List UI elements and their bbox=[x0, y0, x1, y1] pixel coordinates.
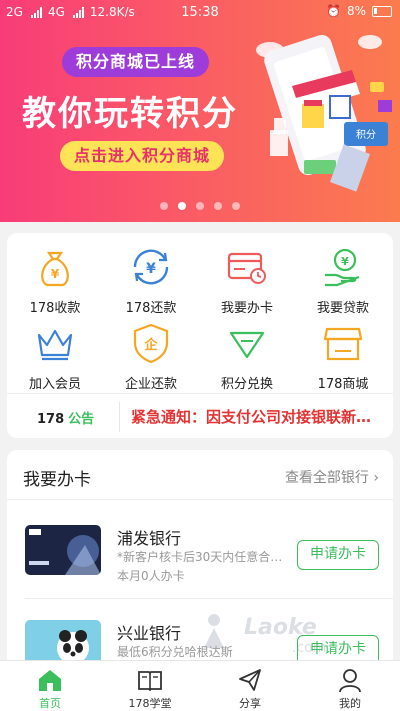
home-icon bbox=[39, 670, 61, 691]
carousel-dot[interactable] bbox=[232, 202, 240, 210]
grid-item-mall[interactable]: 178商城 bbox=[295, 321, 391, 392]
bank-item[interactable]: 浦发银行 *新客户核卡后30天内任意合… 本月0人办卡 申请办卡 bbox=[7, 525, 393, 603]
carousel-dot[interactable] bbox=[214, 202, 222, 210]
bank-name: 兴业银行 bbox=[117, 624, 182, 643]
battery-icon bbox=[372, 5, 392, 17]
grid-item-enterprise-repay[interactable]: 企 企业还款 bbox=[103, 321, 199, 392]
shop-icon bbox=[323, 327, 363, 361]
grid-item-apply-card[interactable]: 我要办卡 bbox=[199, 245, 295, 316]
user-icon bbox=[339, 669, 361, 693]
bank-count: 本月0人办卡 bbox=[117, 569, 185, 583]
grid-item-membership[interactable]: 加入会员 bbox=[7, 321, 103, 392]
banner-headline: 教你玩转积分 bbox=[22, 94, 238, 134]
section-header: 我要办卡 查看全部银行 › bbox=[7, 450, 393, 500]
art-tag: 积分 bbox=[356, 129, 376, 141]
view-all-banks-link[interactable]: 查看全部银行 › bbox=[285, 467, 379, 487]
crown-icon bbox=[37, 329, 73, 361]
loan-hand-icon: ¥ bbox=[325, 248, 360, 287]
tab-academy[interactable]: 178学堂 bbox=[100, 661, 200, 711]
carousel-dot-active[interactable] bbox=[178, 202, 186, 210]
divider bbox=[25, 598, 393, 599]
book-icon bbox=[138, 671, 162, 692]
svg-text:企: 企 bbox=[143, 337, 158, 353]
tab-mine[interactable]: 我的 bbox=[300, 661, 400, 711]
pufa-card-image bbox=[25, 525, 101, 575]
svg-text:¥: ¥ bbox=[146, 261, 156, 277]
tab-home[interactable]: 首页 bbox=[0, 661, 100, 711]
carousel-dots[interactable] bbox=[0, 202, 400, 210]
bottom-tab-bar: 首页 178学堂 分享 我的 bbox=[0, 660, 400, 711]
apply-card-button[interactable]: 申请办卡 bbox=[297, 540, 379, 570]
svg-text:¥: ¥ bbox=[51, 267, 60, 281]
money-bag-icon: ¥ bbox=[41, 251, 69, 287]
grid-item-loan[interactable]: ¥ 我要贷款 bbox=[295, 245, 391, 316]
chevron-right-icon: › bbox=[373, 470, 379, 486]
grid-item-repay[interactable]: ¥ 178还款 bbox=[103, 245, 199, 316]
bank-name: 浦发银行 bbox=[117, 529, 182, 548]
grid-item-collect[interactable]: ¥ 178收款 bbox=[7, 245, 103, 316]
announcement-text[interactable]: 紧急通知：因支付公司对接银联新… bbox=[131, 406, 389, 427]
divider bbox=[119, 402, 120, 432]
announcement-bar[interactable]: 178 公告 紧急通知：因支付公司对接银联新… bbox=[7, 393, 393, 438]
alarm-icon: ⏰ bbox=[326, 4, 341, 18]
banner-tag: 积分商城已上线 bbox=[62, 47, 210, 77]
enterprise-shield-icon: 企 bbox=[133, 323, 169, 364]
carousel-dot[interactable] bbox=[196, 202, 204, 210]
yen-refresh-icon: ¥ bbox=[133, 249, 169, 285]
feature-grid: ¥ 178收款 ¥ 178还款 我要办卡 ¥ 我要贷款 加入会员 企 企业还款 … bbox=[7, 233, 393, 438]
promo-banner[interactable]: 2G 4G 12.8K/s 15:38 ⏰ 8% 积分商城已上线 教你玩转积分 … bbox=[0, 0, 400, 222]
diamond-icon bbox=[229, 331, 265, 359]
paper-plane-icon bbox=[239, 669, 261, 691]
announcement-label: 178 公告 bbox=[37, 412, 95, 427]
grid-item-points-exchange[interactable]: 积分兑换 bbox=[199, 321, 295, 392]
battery-percent: 8% bbox=[346, 4, 366, 18]
svg-text:¥: ¥ bbox=[341, 255, 349, 268]
carousel-dot[interactable] bbox=[160, 202, 168, 210]
section-title: 我要办卡 bbox=[23, 470, 91, 490]
enter-mall-button[interactable]: 点击进入积分商城 bbox=[60, 141, 225, 171]
status-bar: 2G 4G 12.8K/s 15:38 ⏰ 8% bbox=[0, 0, 400, 26]
card-apply-section: 我要办卡 查看全部银行 › 浦发银行 *新客户核卡后30天内任意合… 本月0人办… bbox=[7, 450, 393, 680]
phone-shop-illustration: 积分 bbox=[256, 34, 392, 192]
card-clock-icon bbox=[227, 252, 266, 284]
tab-share[interactable]: 分享 bbox=[200, 661, 300, 711]
bank-desc: *新客户核卡后30天内任意合… bbox=[117, 550, 283, 564]
bank-desc: 最低6积分兑哈根达斯 bbox=[117, 645, 233, 659]
